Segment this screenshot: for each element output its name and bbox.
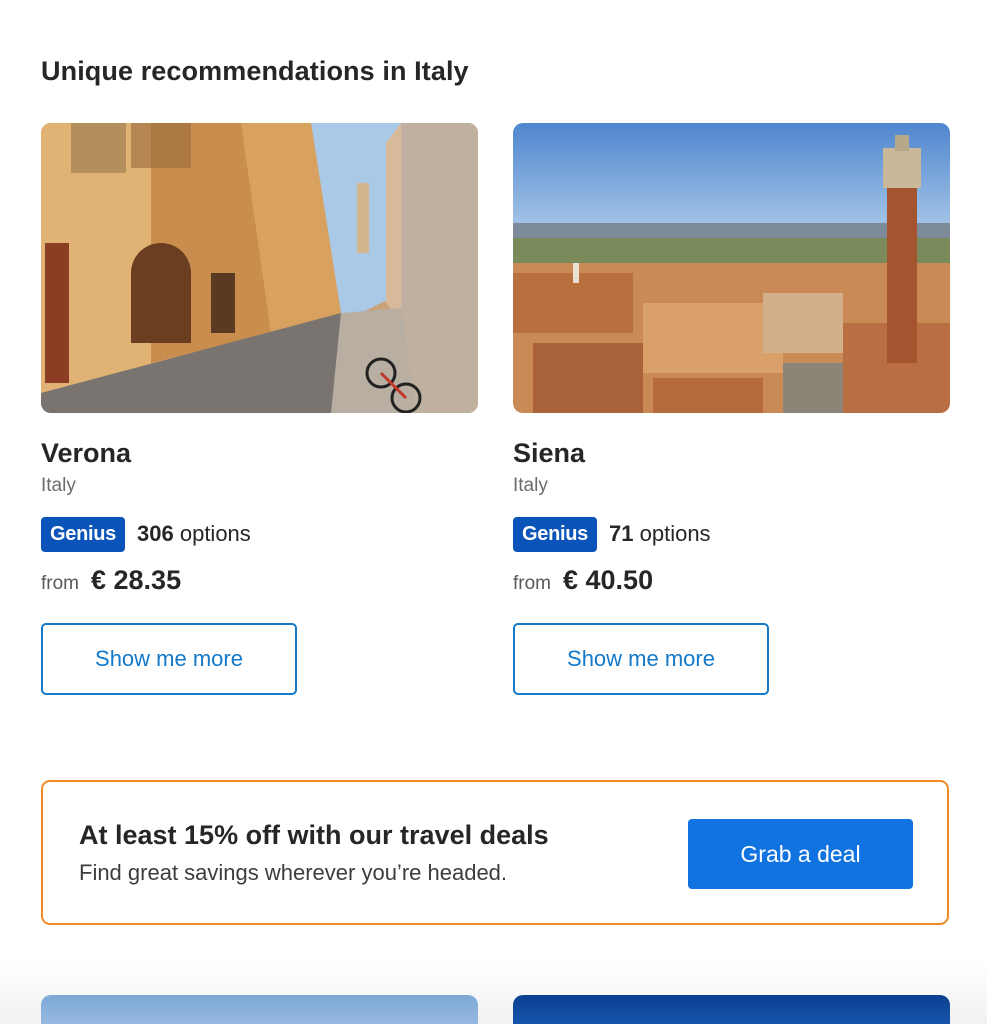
price-row: from € 40.50	[513, 565, 950, 596]
price: € 28.35	[91, 565, 182, 595]
deal-subtitle: Find great savings wherever you’re heade…	[79, 860, 508, 885]
price-row: from € 28.35	[41, 565, 478, 596]
options-row: Genius 71 options	[513, 516, 950, 552]
next-card-photo-right[interactable]	[513, 995, 950, 1024]
genius-badge: Genius	[41, 516, 125, 552]
from-label: from	[513, 573, 551, 594]
options-suffix: options	[179, 521, 251, 546]
country-name: Italy	[41, 475, 76, 496]
options-number: 306	[137, 521, 174, 546]
deal-title: At least 15% off with our travel deals	[79, 820, 549, 850]
city-name[interactable]: Verona	[41, 437, 478, 469]
show-me-more-button[interactable]: Show me more	[41, 623, 297, 695]
city-name[interactable]: Siena	[513, 437, 950, 469]
from-label: from	[41, 573, 79, 594]
siena-photo[interactable]	[513, 123, 950, 413]
destination-card-verona[interactable]: Verona Italy Genius 306 options from € 2…	[41, 123, 478, 695]
price: € 40.50	[563, 565, 654, 595]
travel-deals-banner: At least 15% off with our travel deals F…	[41, 780, 949, 925]
grab-a-deal-button[interactable]: Grab a deal	[688, 819, 913, 889]
verona-photo[interactable]	[41, 123, 478, 413]
options-count: 71 options	[609, 521, 711, 547]
destination-card-siena[interactable]: Siena Italy Genius 71 options from € 40.…	[513, 123, 950, 695]
genius-badge: Genius	[513, 516, 597, 552]
next-card-photo-left[interactable]	[41, 995, 478, 1024]
country-name: Italy	[513, 475, 548, 496]
options-row: Genius 306 options	[41, 516, 478, 552]
options-suffix: options	[639, 521, 711, 546]
options-count: 306 options	[137, 521, 251, 547]
show-me-more-button[interactable]: Show me more	[513, 623, 769, 695]
section-title: Unique recommendations in Italy	[41, 56, 469, 86]
options-number: 71	[609, 521, 634, 546]
